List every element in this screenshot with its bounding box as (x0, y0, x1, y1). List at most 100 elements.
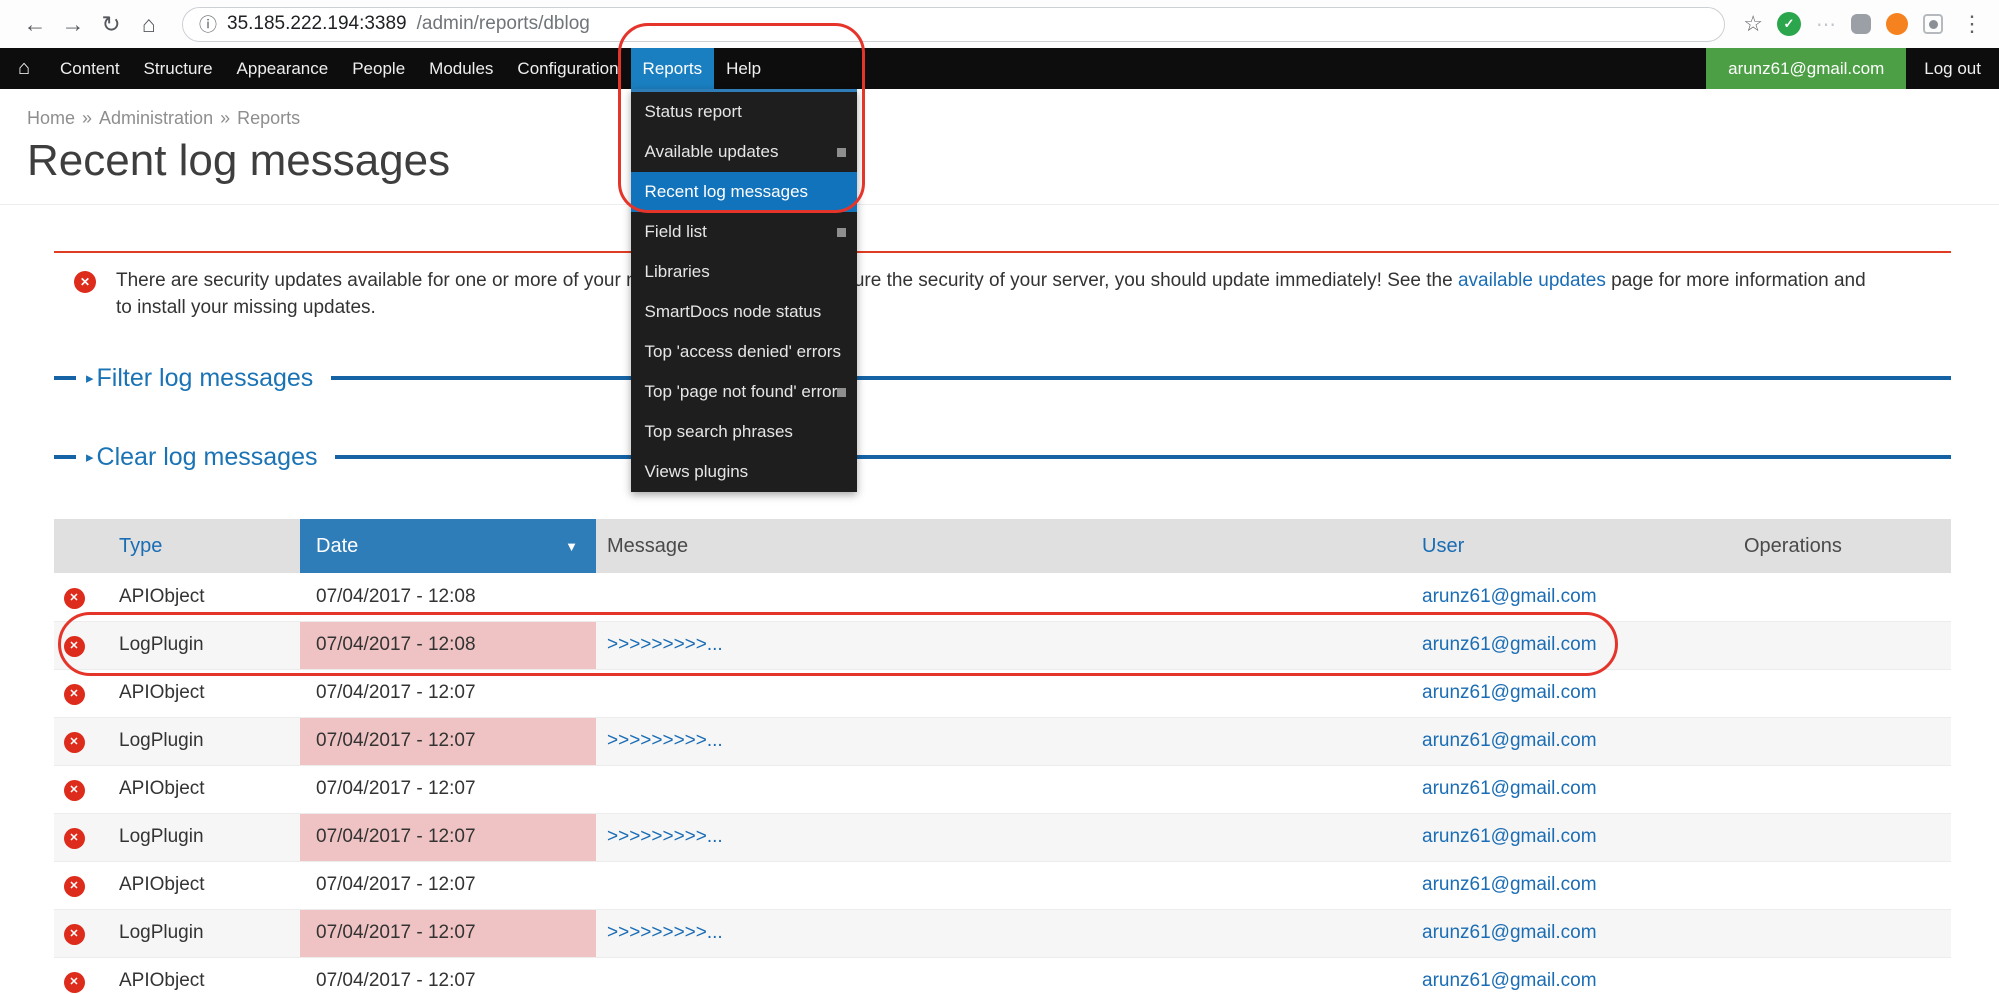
toolbar-item-structure[interactable]: Structure (132, 48, 225, 89)
breadcrumb-reports-link[interactable]: Reports (237, 108, 300, 128)
clear-log-messages-legend[interactable]: Clear log messages (97, 443, 318, 472)
available-updates-link[interactable]: available updates (1458, 270, 1606, 291)
table-header-row: Type Date ▼ Message User Operations (54, 519, 1951, 573)
log-user-link[interactable]: arunz61@gmail.com (1411, 634, 1597, 655)
toolbar-item-appearance[interactable]: Appearance (225, 48, 341, 89)
filter-log-messages-legend[interactable]: Filter log messages (97, 364, 314, 393)
log-message-link[interactable] (596, 778, 607, 799)
browser-menu-icon[interactable]: ⋮ (1961, 11, 1983, 37)
log-operations-cell (1738, 717, 1951, 765)
toolbar-item-modules[interactable]: Modules (417, 48, 505, 89)
admin-home-icon[interactable]: ⌂ (0, 48, 48, 89)
log-operations-cell (1738, 909, 1951, 957)
log-message-link[interactable]: >>>>>>>>>... (596, 826, 723, 847)
fieldset-border-dash (54, 376, 76, 380)
error-status-icon: ✕ (64, 636, 85, 657)
breadcrumb-home-link[interactable]: Home (27, 108, 75, 128)
log-date-cell-highlighted: 07/04/2017 - 12:08 (300, 621, 596, 669)
log-type-cell: APIObject (94, 765, 300, 813)
menu-item-libraries[interactable]: Libraries (631, 252, 857, 292)
log-message-link[interactable] (596, 586, 607, 607)
error-status-icon: ✕ (64, 924, 85, 945)
error-status-icon: ✕ (64, 732, 85, 753)
log-date-cell-highlighted: 07/04/2017 - 12:07 (300, 909, 596, 957)
log-message-link[interactable] (596, 970, 607, 991)
forward-icon[interactable]: → (58, 11, 88, 38)
log-type-cell: LogPlugin (94, 717, 300, 765)
menu-item-available-updates[interactable]: Available updates (631, 132, 857, 172)
menu-item-top-access-denied-errors[interactable]: Top 'access denied' errors (631, 332, 857, 372)
orange-extension-icon[interactable] (1885, 12, 1909, 36)
log-message-link[interactable]: >>>>>>>>>... (596, 730, 723, 751)
info-icon[interactable]: ⓘ (199, 11, 217, 37)
log-type-cell: LogPlugin (94, 909, 300, 957)
menu-item-recent-log-messages[interactable]: Recent log messages (631, 172, 857, 212)
fieldset-border-dash (54, 455, 76, 459)
error-status-icon: ✕ (64, 876, 85, 897)
back-icon[interactable]: ← (20, 11, 50, 38)
breadcrumb: Home»Administration»Reports (27, 107, 1999, 129)
dots-extension-icon[interactable]: ⋯ (1813, 12, 1837, 36)
toolbar-item-people[interactable]: People (340, 48, 417, 89)
url-path: /admin/reports/dblog (417, 13, 590, 35)
error-message-text: There are security updates available for… (116, 267, 1881, 321)
sort-by-user-link[interactable]: User (1411, 535, 1464, 557)
log-date-cell: 07/04/2017 - 12:08 (300, 573, 596, 621)
url-host: 35.185.222.194:3389 (227, 13, 407, 35)
home-icon[interactable]: ⌂ (134, 11, 164, 38)
toolbar-item-reports[interactable]: Reports Status report Available updates … (631, 48, 715, 89)
menu-item-label: Top 'page not found' errors (645, 382, 846, 401)
update-indicator-icon (837, 228, 846, 237)
menu-item-smartdocs-node-status[interactable]: SmartDocs node status (631, 292, 857, 332)
sort-by-date-active[interactable]: Date ▼ (300, 519, 596, 573)
table-row-annotated: ✕ LogPlugin 07/04/2017 - 12:08 >>>>>>>>>… (54, 621, 1951, 669)
logout-link[interactable]: Log out (1906, 48, 1999, 89)
table-row: ✕ APIObject 07/04/2017 - 12:07 arunz61@g… (54, 765, 1951, 813)
account-link[interactable]: arunz61@gmail.com (1706, 48, 1906, 89)
page-title: Recent log messages (27, 137, 1999, 185)
error-icon: ✕ (74, 271, 96, 293)
log-type-cell: LogPlugin (94, 813, 300, 861)
log-user-link[interactable]: arunz61@gmail.com (1411, 922, 1597, 943)
log-user-link[interactable]: arunz61@gmail.com (1411, 586, 1597, 607)
log-type-cell: LogPlugin (94, 621, 300, 669)
log-date-cell: 07/04/2017 - 12:07 (300, 861, 596, 909)
log-date-cell: 07/04/2017 - 12:07 (300, 765, 596, 813)
light-extension-icon[interactable] (1921, 12, 1945, 36)
menu-item-label: Available updates (645, 142, 779, 161)
collapsed-arrow-icon: ▸ (86, 369, 94, 387)
log-user-link[interactable]: arunz61@gmail.com (1411, 778, 1597, 799)
breadcrumb-separator: » (82, 108, 92, 128)
screen: ← → ↻ ⌂ ⓘ 35.185.222.194:3389 /admin/rep… (0, 0, 1999, 994)
log-user-link[interactable]: arunz61@gmail.com (1411, 874, 1597, 895)
bookmark-star-icon[interactable]: ☆ (1743, 11, 1763, 37)
address-bar[interactable]: ⓘ 35.185.222.194:3389 /admin/reports/dbl… (182, 7, 1725, 42)
toolbar-item-configuration[interactable]: Configuration (505, 48, 630, 89)
log-message-link[interactable] (596, 874, 607, 895)
log-message-link[interactable]: >>>>>>>>>... (596, 634, 723, 655)
log-user-link[interactable]: arunz61@gmail.com (1411, 682, 1597, 703)
sort-by-type-link[interactable]: Type (94, 535, 162, 557)
toolbar-item-content[interactable]: Content (48, 48, 132, 89)
log-operations-cell (1738, 861, 1951, 909)
menu-item-views-plugins[interactable]: Views plugins (631, 452, 857, 492)
clear-log-messages-fieldset: ▸ Clear log messages (54, 440, 1951, 474)
menu-item-status-report[interactable]: Status report (631, 92, 857, 132)
log-message-link[interactable] (596, 682, 607, 703)
log-user-link[interactable]: arunz61@gmail.com (1411, 970, 1597, 991)
menu-item-field-list[interactable]: Field list (631, 212, 857, 252)
menu-item-top-search-phrases[interactable]: Top search phrases (631, 412, 857, 452)
user-column-header: User (1411, 519, 1738, 573)
toolbar-item-help[interactable]: Help (714, 48, 773, 89)
browser-toolbar: ← → ↻ ⌂ ⓘ 35.185.222.194:3389 /admin/rep… (0, 0, 1999, 48)
gray-extension-icon[interactable] (1849, 12, 1873, 36)
menu-item-top-page-not-found-errors[interactable]: Top 'page not found' errors (631, 372, 857, 412)
error-status-icon: ✕ (64, 972, 85, 993)
check-extension-icon[interactable]: ✓ (1777, 12, 1801, 36)
log-user-link[interactable]: arunz61@gmail.com (1411, 826, 1597, 847)
reload-icon[interactable]: ↻ (96, 11, 126, 38)
breadcrumb-administration-link[interactable]: Administration (99, 108, 213, 128)
table-row: ✕ LogPlugin 07/04/2017 - 12:07 >>>>>>>>>… (54, 813, 1951, 861)
log-user-link[interactable]: arunz61@gmail.com (1411, 730, 1597, 751)
log-message-link[interactable]: >>>>>>>>>... (596, 922, 723, 943)
